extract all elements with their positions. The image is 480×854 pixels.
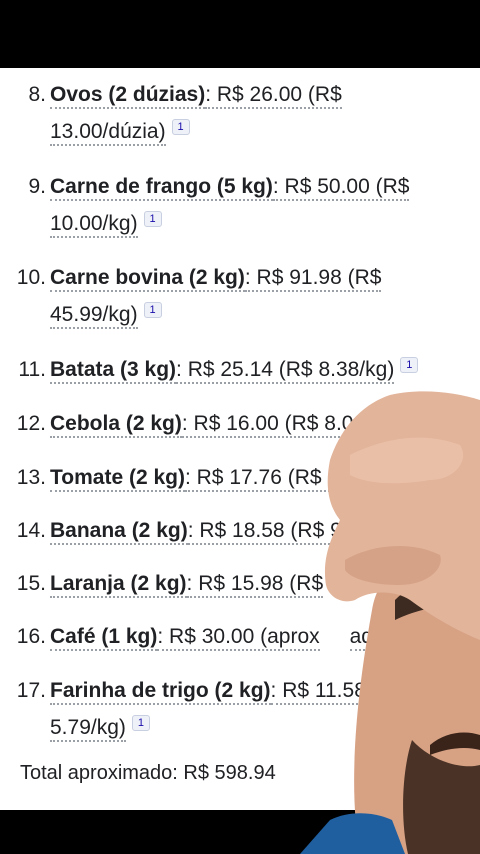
item-name: Café (1 kg): [50, 625, 158, 651]
item-name: Ovos (2 dúzias): [50, 83, 206, 109]
bottom-letterbox: [0, 810, 480, 854]
item-name: Laranja (2 kg): [50, 572, 187, 598]
item-price: : R$ 17.76 (R$ 8.8: [184, 466, 357, 492]
item-number: 17.: [16, 679, 46, 702]
item-number: 13.: [16, 466, 46, 489]
item-number: 16.: [16, 625, 46, 648]
item-name: Carne bovina (2 kg): [50, 266, 245, 292]
item-name: Farinha de trigo (2 kg): [50, 679, 271, 705]
chat-response-panel: 8. Ovos (2 dúzias): R$ 26.00 (R$ 13.00/dú…: [0, 68, 480, 810]
item-price: : R$ 91.98 (R$: [244, 266, 382, 292]
item-price-continued: 45.99/kg): [50, 303, 138, 329]
item-number: 15.: [16, 572, 46, 595]
item-price: : R$ 50.00 (R$: [272, 175, 410, 201]
item-price: : R$ 15.98 (R$: [186, 572, 324, 598]
item-number: 14.: [16, 519, 46, 542]
citation-link[interactable]: 1: [171, 119, 190, 135]
item-number: 12.: [16, 412, 46, 435]
total-summary: Total aproximado: R$ 598.94: [20, 762, 276, 784]
citation-link[interactable]: 1: [143, 302, 162, 318]
citation-link[interactable]: 1: [143, 211, 162, 227]
item-price-continued: 5.79/kg): [50, 716, 126, 742]
item-price-continued: 10.00/kg): [50, 212, 138, 238]
item-name: Carne de frango (5 kg): [50, 175, 273, 201]
item-name: Batata (3 kg): [50, 358, 177, 384]
item-number: 10.: [16, 266, 46, 289]
citation-link[interactable]: 1: [131, 715, 150, 731]
item-name: Tomate (2 kg): [50, 466, 185, 492]
item-number: 9.: [28, 175, 46, 198]
item-number: 8.: [28, 83, 46, 106]
item-price: : R$ 30.00 (aprox: [157, 625, 320, 651]
citation-link[interactable]: 1: [400, 357, 419, 373]
item-name: Cebola (2 kg): [50, 412, 182, 438]
item-price: : R$ 18.58 (R$ 9: [187, 519, 342, 545]
item-price: : R$ 11.58: [270, 679, 366, 705]
item-number: 11.: [18, 358, 46, 381]
item-name: Banana (2 kg): [50, 519, 188, 545]
item-price-fragment: ad: [349, 625, 373, 651]
item-price-continued: 13.00/dúzia): [50, 120, 166, 146]
item-price: : R$ 26.00 (R$: [205, 83, 342, 109]
top-letterbox: [0, 0, 480, 68]
item-price: : R$ 16.00 (R$ 8.00/kg): [181, 412, 401, 438]
item-price: : R$ 25.14 (R$ 8.38/kg): [176, 358, 395, 384]
